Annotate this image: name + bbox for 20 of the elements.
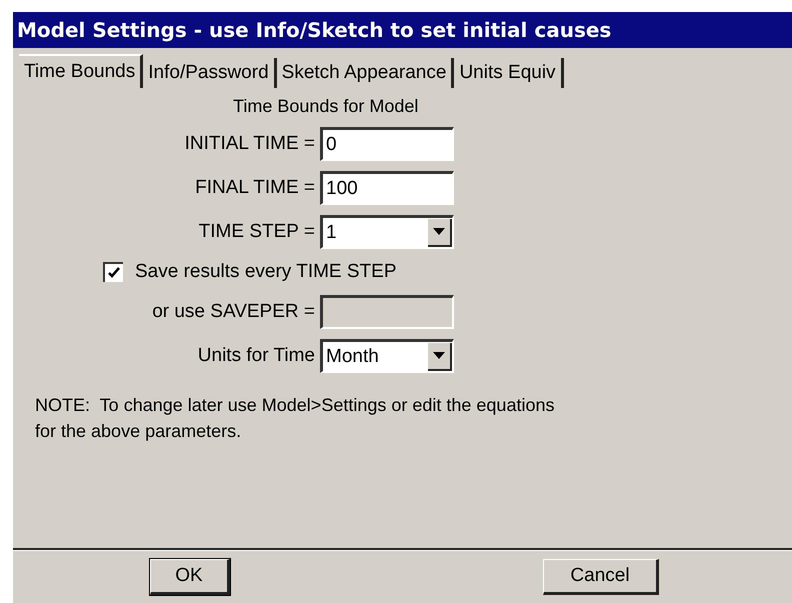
- checkbox[interactable]: [103, 262, 123, 282]
- input-field[interactable]: 0: [320, 127, 454, 161]
- note-text: NOTE: To change later use Model>Settings or edit the equations for the above parameters.: [35, 394, 556, 443]
- field-label: or use SAVEPER =: [151, 301, 316, 323]
- dropdown[interactable]: Month: [320, 339, 454, 373]
- input-field[interactable]: 100: [320, 171, 454, 205]
- caret-icon: [433, 352, 445, 359]
- field-label: INITIAL TIME =: [184, 133, 316, 155]
- section-title: Time Bounds for Model: [233, 96, 420, 118]
- field-label: Units for Time: [196, 345, 316, 367]
- field-label: TIME STEP =: [198, 221, 316, 243]
- tab[interactable]: Time Bounds: [19, 54, 144, 88]
- caret-icon: [433, 228, 445, 235]
- dropdown[interactable]: 1: [320, 215, 454, 249]
- window-title: Model Settings - use Info/Sketch to set initial causes: [13, 12, 792, 48]
- check-icon: [107, 266, 121, 280]
- checkbox-label: Save results every TIME STEP: [135, 261, 397, 283]
- dialog-button[interactable]: OK: [150, 559, 230, 595]
- field-label: FINAL TIME =: [194, 177, 316, 199]
- dialog-button[interactable]: Cancel: [543, 559, 659, 595]
